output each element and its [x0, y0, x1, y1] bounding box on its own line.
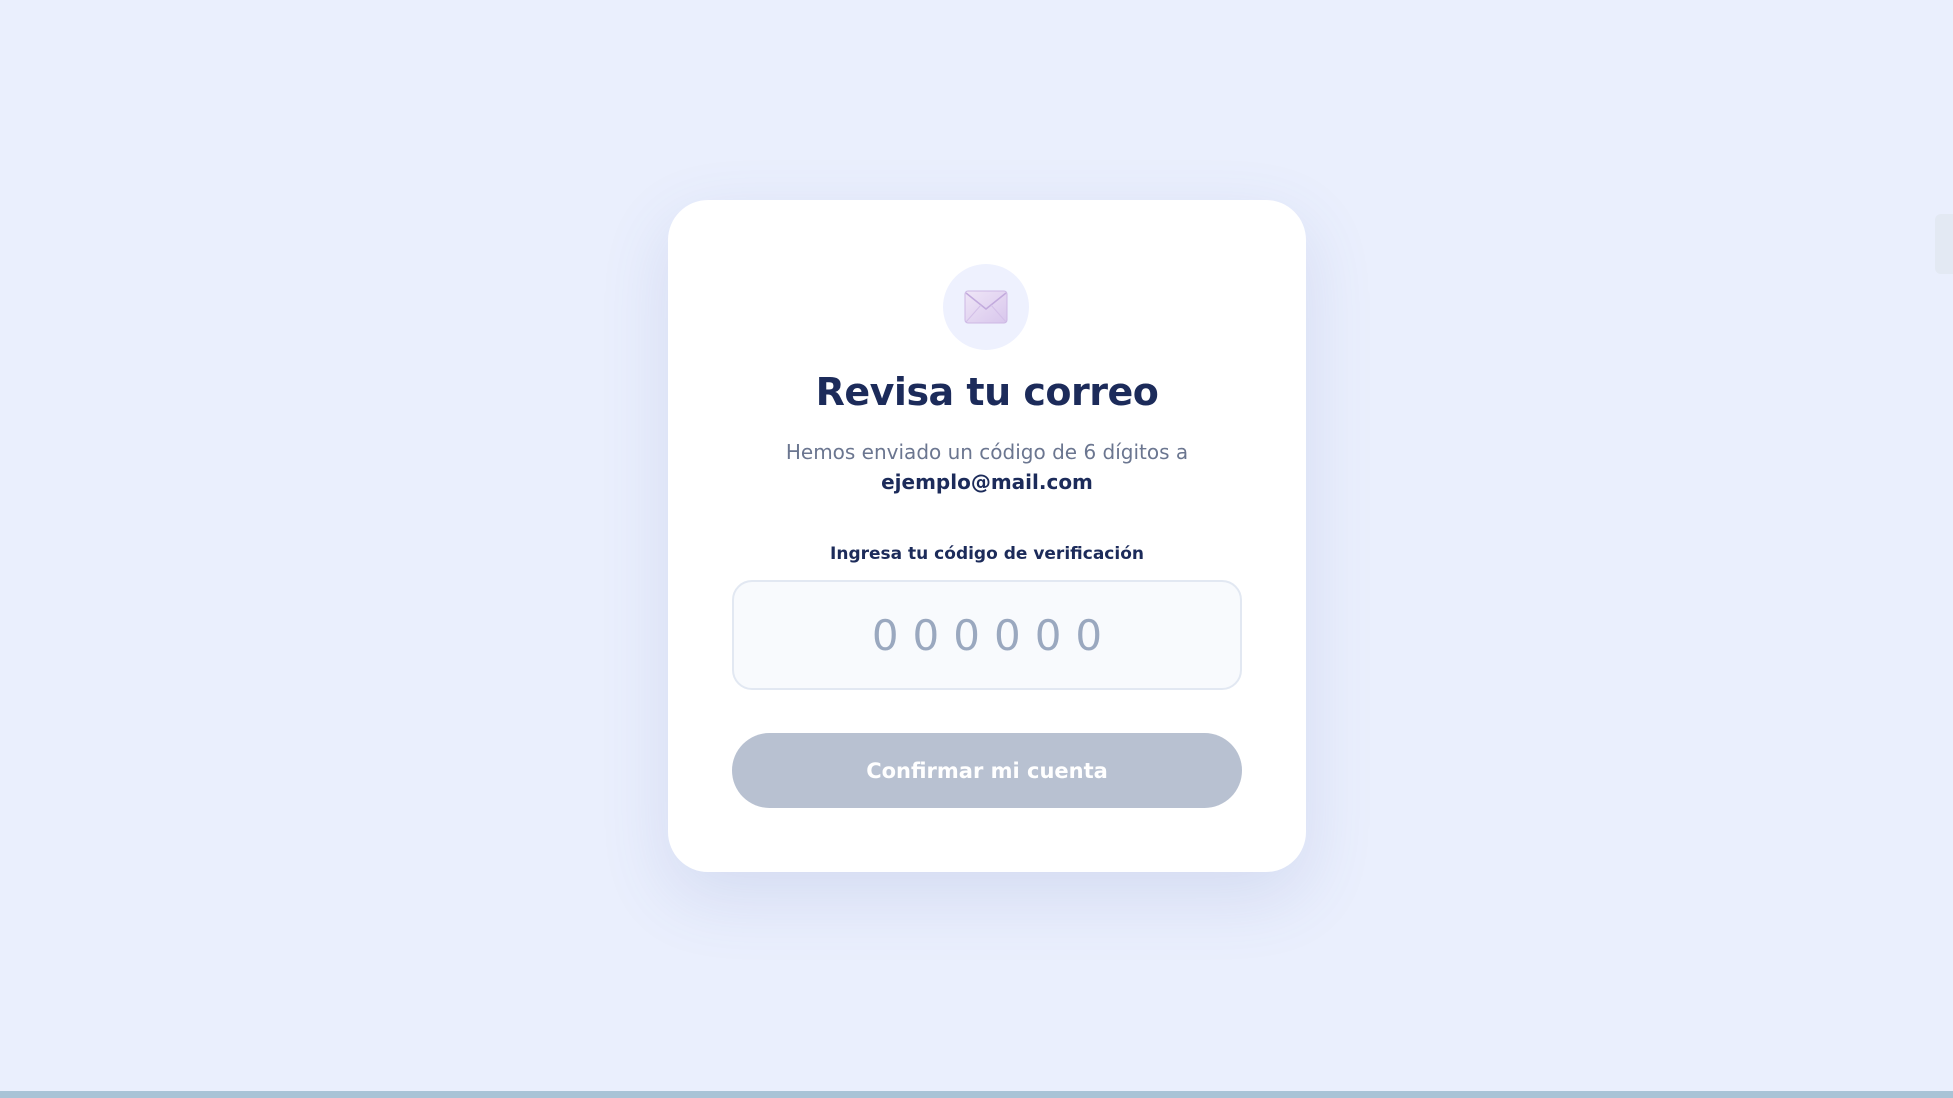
code-field-label: Ingresa tu código de verificación [830, 544, 1144, 564]
confirm-account-button[interactable]: Confirmar mi cuenta [732, 733, 1242, 808]
verification-card: Revisa tu correo Hemos enviado un código… [668, 200, 1306, 872]
subtitle-text: Hemos enviado un código de 6 dígitos a [785, 440, 1189, 464]
edge-tab [1935, 214, 1953, 274]
verification-code-input[interactable] [732, 580, 1242, 690]
email-address: ejemplo@mail.com [881, 470, 1093, 494]
icon-badge [943, 264, 1029, 350]
envelope-icon [964, 290, 1008, 324]
bottom-bar [0, 1091, 1953, 1098]
page-title: Revisa tu correo [815, 370, 1159, 414]
